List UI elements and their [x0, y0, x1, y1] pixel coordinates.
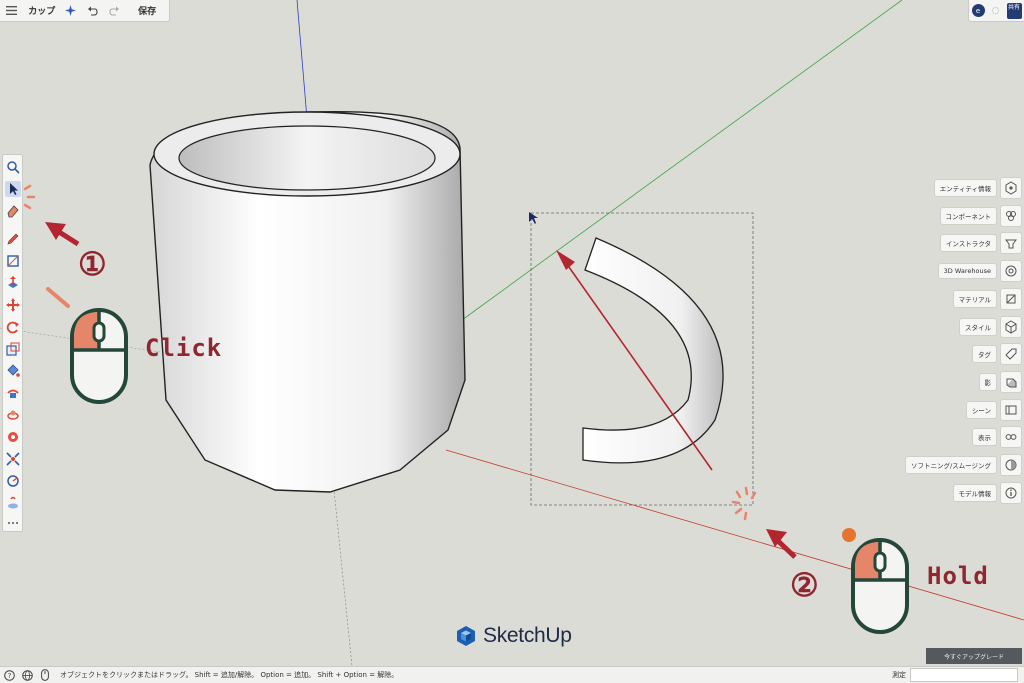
panel-shadows[interactable]: 影: [978, 370, 1022, 394]
materials-icon[interactable]: [1000, 287, 1022, 310]
top-toolbar: カップ 保存: [0, 0, 170, 22]
display-icon[interactable]: [1000, 426, 1022, 449]
pencil-icon[interactable]: [5, 231, 21, 247]
position-camera-icon[interactable]: [5, 429, 21, 445]
save-button[interactable]: 保存: [125, 0, 169, 22]
rectangle-icon[interactable]: [5, 253, 21, 269]
panel-label[interactable]: コンポーネント: [939, 206, 997, 225]
tags-icon[interactable]: [1000, 343, 1022, 366]
panel-label[interactable]: シーン: [965, 400, 997, 419]
mouse-status-icon: [36, 667, 54, 683]
select-icon[interactable]: [5, 181, 21, 197]
mouse-icon-1: [70, 308, 128, 404]
shadows-icon[interactable]: [1000, 370, 1022, 393]
logo-text: SketchUp: [483, 624, 572, 647]
push-pull-icon[interactable]: [5, 275, 21, 291]
panel-soften[interactable]: ソフトニング/スムージング: [904, 453, 1022, 477]
hamburger-menu-icon[interactable]: [0, 0, 24, 22]
follow-me-icon[interactable]: [5, 385, 21, 401]
panel-label[interactable]: ソフトニング/スムージング: [904, 456, 997, 474]
panel-label[interactable]: スタイル: [959, 317, 997, 336]
upgrade-now-button[interactable]: 今すぐアップグレード: [926, 648, 1022, 664]
sketchup-logo: SketchUp: [455, 624, 572, 648]
search-icon[interactable]: [5, 159, 21, 175]
help-icon[interactable]: ?: [0, 667, 18, 683]
eraser-icon[interactable]: [5, 203, 21, 219]
click-label: Click: [145, 334, 223, 362]
mug-handle: [582, 237, 724, 464]
panel-warehouse[interactable]: 3D Warehouse: [937, 259, 1022, 283]
tape-measure-icon[interactable]: [5, 473, 21, 489]
left-toolbar: [2, 154, 23, 532]
panel-label[interactable]: モデル情報: [952, 483, 997, 502]
panel-label[interactable]: タグ: [972, 345, 997, 364]
styles-icon[interactable]: [1000, 315, 1022, 338]
mouse-icon-2: [851, 538, 909, 634]
rotate-icon[interactable]: [5, 319, 21, 335]
scene-canvas[interactable]: [0, 0, 1024, 666]
hold-dot: [842, 528, 856, 542]
annotation-arrow-1: [45, 222, 80, 247]
scale-icon[interactable]: [5, 341, 21, 357]
panel-instructor[interactable]: インストラクタ: [939, 231, 1022, 255]
panel-materials[interactable]: マテリアル: [952, 287, 1022, 311]
measurements-label: 測定: [892, 671, 906, 679]
panel-label[interactable]: 表示: [972, 428, 997, 447]
zoom-extents-icon[interactable]: [5, 451, 21, 467]
move-icon[interactable]: [5, 297, 21, 313]
hold-label: Hold: [927, 562, 989, 590]
sketchup-logo-icon: [457, 626, 475, 646]
svg-text:?: ?: [7, 672, 11, 680]
paint-bucket-icon[interactable]: [5, 363, 21, 379]
share-button[interactable]: 共有: [1006, 2, 1022, 19]
modeling-viewport[interactable]: ① ② Click Hold カップ 保存 e ◌ 共有 エンティティ情報 コンポ…: [0, 0, 1024, 666]
panel-label[interactable]: 3D Warehouse: [937, 263, 997, 280]
undo-icon[interactable]: [82, 0, 104, 22]
hold-burst: [731, 486, 757, 521]
document-title[interactable]: カップ: [24, 0, 60, 22]
panel-label[interactable]: マテリアル: [952, 289, 997, 308]
orbit-icon[interactable]: [5, 407, 21, 423]
green-axis: [461, 0, 903, 321]
panel-label[interactable]: エンティティ情報: [933, 179, 997, 197]
annotation-arrow-2: [766, 529, 797, 559]
section-plane-icon[interactable]: [5, 495, 21, 511]
scenes-icon[interactable]: [1000, 398, 1022, 421]
panel-tags[interactable]: タグ: [972, 342, 1022, 366]
panel-entity-info[interactable]: エンティティ情報: [933, 176, 1022, 200]
more-tools-icon[interactable]: [5, 515, 21, 531]
step1-number: ①: [78, 245, 108, 283]
panel-display[interactable]: 表示: [972, 425, 1022, 449]
status-bar: ? オブジェクトをクリックまたはドラッグ。 Shift = 追加/解除。 Opt…: [0, 666, 1024, 683]
panel-label[interactable]: インストラクタ: [939, 234, 997, 253]
globe-icon[interactable]: [18, 667, 36, 683]
measurements-input[interactable]: [910, 668, 1018, 682]
soften-icon[interactable]: [1000, 454, 1022, 476]
panel-label[interactable]: 影: [978, 372, 997, 391]
warehouse-icon[interactable]: [1000, 260, 1022, 283]
components-icon[interactable]: [1000, 204, 1022, 227]
step2-number: ②: [790, 566, 820, 604]
redo-icon[interactable]: [103, 0, 125, 22]
panel-components[interactable]: コンポーネント: [939, 204, 1022, 228]
entity-info-icon[interactable]: [1000, 177, 1022, 199]
mug-body: [149, 110, 466, 493]
instructor-icon[interactable]: [1000, 232, 1022, 255]
blue-axis-dashed: [332, 479, 353, 666]
panel-model-info[interactable]: モデル情報: [952, 481, 1022, 505]
panel-scenes[interactable]: シーン: [965, 398, 1022, 422]
model-info-icon[interactable]: [1000, 481, 1022, 504]
panel-styles[interactable]: スタイル: [959, 315, 1022, 339]
cursor-arrow: [529, 212, 538, 224]
ai-sparkle-icon[interactable]: [60, 0, 82, 22]
account-area: e ◌ 共有: [968, 0, 1024, 22]
notifications-icon[interactable]: ◌: [990, 5, 1002, 17]
avatar[interactable]: e: [971, 4, 985, 17]
status-hint: オブジェクトをクリックまたはドラッグ。 Shift = 追加/解除。 Optio…: [60, 671, 399, 679]
